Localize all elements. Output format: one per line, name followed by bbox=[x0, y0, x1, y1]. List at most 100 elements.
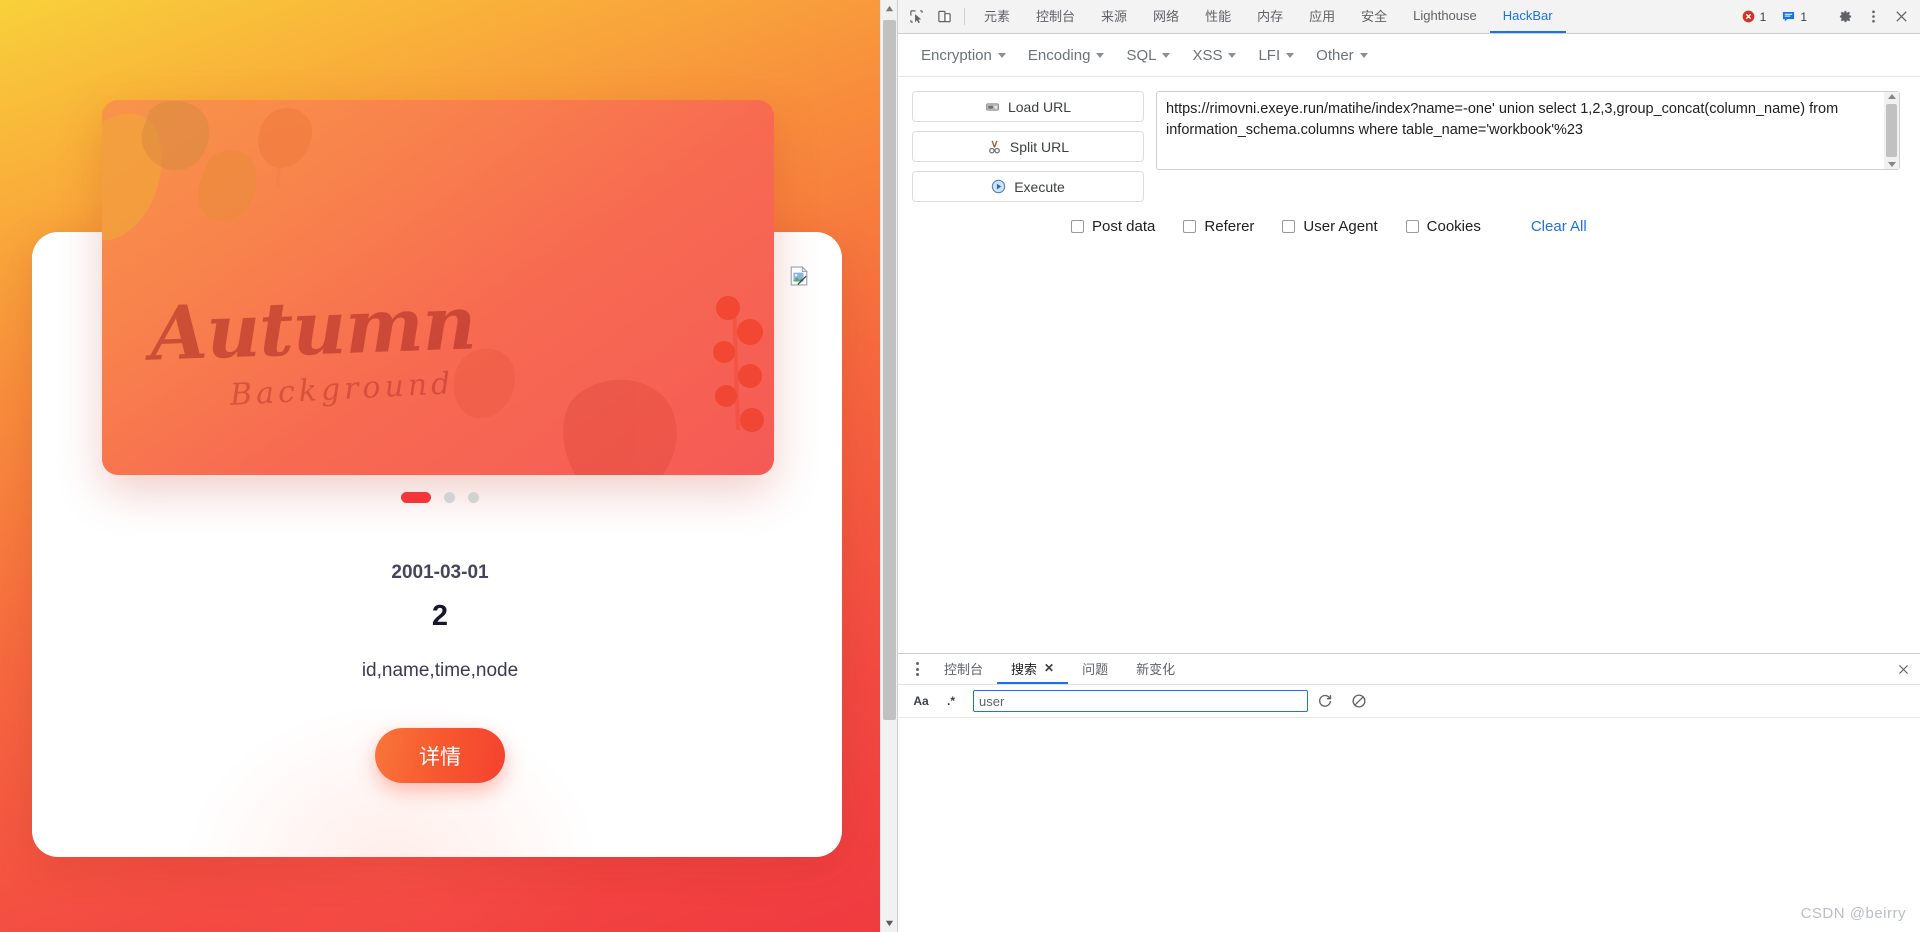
url-input[interactable] bbox=[1156, 91, 1900, 170]
execute-button[interactable]: Execute bbox=[912, 171, 1144, 202]
message-badge[interactable]: 1 bbox=[1776, 8, 1815, 26]
menu-encryption[interactable]: Encryption bbox=[912, 43, 1015, 68]
menu-other-label: Other bbox=[1316, 47, 1354, 64]
search-input[interactable] bbox=[973, 690, 1308, 712]
clear-all-link[interactable]: Clear All bbox=[1531, 218, 1587, 235]
scroll-up-arrow-icon[interactable] bbox=[1887, 94, 1896, 99]
tab-console[interactable]: 控制台 bbox=[1023, 0, 1088, 33]
cookies-checkbox[interactable]: Cookies bbox=[1405, 218, 1481, 235]
record-node: id,name,time,node bbox=[361, 660, 519, 681]
checkbox-box[interactable] bbox=[1071, 220, 1084, 233]
menu-sql-label: SQL bbox=[1126, 47, 1157, 64]
hackbar-empty-area bbox=[898, 235, 1920, 653]
menu-other[interactable]: Other bbox=[1307, 43, 1377, 68]
refresh-icon[interactable] bbox=[1308, 688, 1342, 714]
post-data-label: Post data bbox=[1092, 218, 1156, 235]
referer-checkbox[interactable]: Referer bbox=[1183, 218, 1254, 235]
hackbar-body: Load URL Split URL Execute https://rimov… bbox=[898, 77, 1920, 202]
referer-label: Referer bbox=[1204, 218, 1255, 235]
menu-lfi-label: LFI bbox=[1258, 47, 1281, 64]
page-content: Autumn Background 2001-03-01 2 id,name,t… bbox=[0, 0, 880, 932]
tab-elements[interactable]: 元素 bbox=[971, 0, 1023, 33]
hackbar-panel: Encryption Encoding SQL XSS LFI Other Lo… bbox=[898, 34, 1920, 653]
devtools-tabstrip: 元素 控制台 来源 网络 性能 内存 应用 安全 Lighthouse Hack… bbox=[898, 0, 1920, 34]
toolbar-divider bbox=[964, 8, 965, 25]
drawer-tab-search-label: 搜索 bbox=[1011, 661, 1038, 677]
banner-title: Autumn bbox=[148, 280, 477, 378]
devtools-tab-list: 元素 控制台 来源 网络 性能 内存 应用 安全 Lighthouse Hack… bbox=[971, 0, 1736, 33]
tab-sources[interactable]: 来源 bbox=[1088, 0, 1140, 33]
chevron-down-icon bbox=[997, 53, 1006, 58]
match-case-button[interactable]: Aa bbox=[906, 689, 936, 713]
message-icon bbox=[1783, 12, 1795, 22]
user-agent-checkbox[interactable]: User Agent bbox=[1282, 218, 1378, 235]
device-toolbar-icon[interactable] bbox=[930, 0, 958, 33]
drawer-tab-whats-new[interactable]: 新变化 bbox=[1122, 654, 1189, 684]
error-badge[interactable]: 1 bbox=[1736, 8, 1775, 26]
drawer-tab-search[interactable]: 搜索 ✕ bbox=[997, 654, 1069, 684]
page-scrollbar-thumb[interactable] bbox=[883, 20, 896, 720]
drawer-tab-whats-new-label: 新变化 bbox=[1136, 661, 1176, 677]
checkbox-box[interactable] bbox=[1183, 220, 1197, 233]
chevron-down-icon bbox=[1162, 53, 1171, 58]
drawer-tab-issues[interactable]: 问题 bbox=[1068, 654, 1122, 684]
carousel-dot-2[interactable] bbox=[444, 492, 455, 503]
scroll-down-arrow-icon[interactable] bbox=[1887, 162, 1896, 167]
kebab-menu-icon[interactable] bbox=[1860, 4, 1886, 30]
split-url-icon bbox=[989, 140, 1000, 154]
inspect-element-icon[interactable] bbox=[902, 0, 930, 33]
browser-page-viewport: Autumn Background 2001-03-01 2 id,name,t… bbox=[0, 0, 897, 932]
autumn-banner-image[interactable]: Autumn Background bbox=[102, 100, 774, 475]
tab-security[interactable]: 安全 bbox=[1348, 0, 1400, 33]
menu-sql[interactable]: SQL bbox=[1117, 43, 1179, 68]
carousel-dot-1[interactable] bbox=[401, 492, 431, 503]
carousel-dots[interactable] bbox=[0, 492, 880, 503]
hackbar-url-wrap bbox=[1156, 91, 1900, 202]
chevron-down-icon bbox=[1286, 53, 1295, 58]
load-url-icon bbox=[986, 103, 999, 111]
carousel-dot-3[interactable] bbox=[468, 492, 479, 503]
tab-lighthouse[interactable]: Lighthouse bbox=[1400, 0, 1490, 33]
execute-label: Execute bbox=[1014, 178, 1065, 195]
load-url-label: Load URL bbox=[1007, 98, 1072, 115]
page-vertical-scrollbar[interactable] bbox=[880, 0, 897, 932]
menu-xss[interactable]: XSS bbox=[1183, 43, 1245, 68]
tab-application[interactable]: 应用 bbox=[1296, 0, 1348, 33]
hackbar-options-row: Post data Referer User Agent Cookies Cle… bbox=[898, 202, 1920, 235]
scroll-up-arrow-icon[interactable] bbox=[881, 0, 897, 17]
scroll-down-arrow-icon[interactable] bbox=[881, 915, 897, 932]
hackbar-action-buttons: Load URL Split URL Execute bbox=[912, 91, 1144, 202]
checkbox-box[interactable] bbox=[1282, 220, 1296, 233]
tab-memory[interactable]: 内存 bbox=[1244, 0, 1296, 33]
url-textarea-scrollbar[interactable] bbox=[1884, 92, 1899, 169]
devtools-drawer: 控制台 搜索 ✕ 问题 新变化 Aa .* bbox=[898, 653, 1920, 932]
cookies-label: Cookies bbox=[1426, 218, 1481, 235]
hackbar-menubar: Encryption Encoding SQL XSS LFI Other bbox=[898, 34, 1920, 77]
menu-encoding[interactable]: Encoding bbox=[1019, 43, 1114, 68]
load-url-button[interactable]: Load URL bbox=[912, 91, 1144, 122]
drawer-kebab-menu-icon[interactable] bbox=[904, 654, 930, 684]
record-date: 2001-03-01 bbox=[391, 562, 489, 583]
close-icon[interactable] bbox=[1888, 4, 1914, 30]
drawer-close-icon[interactable] bbox=[1886, 654, 1920, 684]
gear-icon[interactable] bbox=[1832, 4, 1858, 30]
regex-button[interactable]: .* bbox=[936, 689, 966, 713]
error-count: 1 bbox=[1759, 9, 1767, 24]
tab-hackbar[interactable]: HackBar bbox=[1489, 0, 1566, 33]
split-url-label: Split URL bbox=[1009, 138, 1070, 155]
drawer-tab-console[interactable]: 控制台 bbox=[930, 654, 997, 684]
detail-button[interactable]: 详情 bbox=[375, 728, 505, 783]
drawer-tabstrip: 控制台 搜索 ✕ 问题 新变化 bbox=[898, 654, 1920, 685]
post-data-checkbox[interactable]: Post data bbox=[1071, 218, 1155, 235]
drawer-tab-console-label: 控制台 bbox=[944, 661, 984, 677]
menu-lfi[interactable]: LFI bbox=[1249, 43, 1303, 68]
search-results-area bbox=[898, 718, 1920, 932]
message-count: 1 bbox=[1800, 9, 1807, 24]
checkbox-box[interactable] bbox=[1405, 220, 1419, 233]
tab-performance[interactable]: 性能 bbox=[1192, 0, 1244, 33]
split-url-button[interactable]: Split URL bbox=[912, 131, 1144, 162]
clear-icon[interactable] bbox=[1342, 688, 1376, 714]
url-scrollbar-thumb[interactable] bbox=[1886, 104, 1897, 157]
close-icon[interactable]: ✕ bbox=[1044, 661, 1054, 675]
tab-network[interactable]: 网络 bbox=[1140, 0, 1192, 33]
